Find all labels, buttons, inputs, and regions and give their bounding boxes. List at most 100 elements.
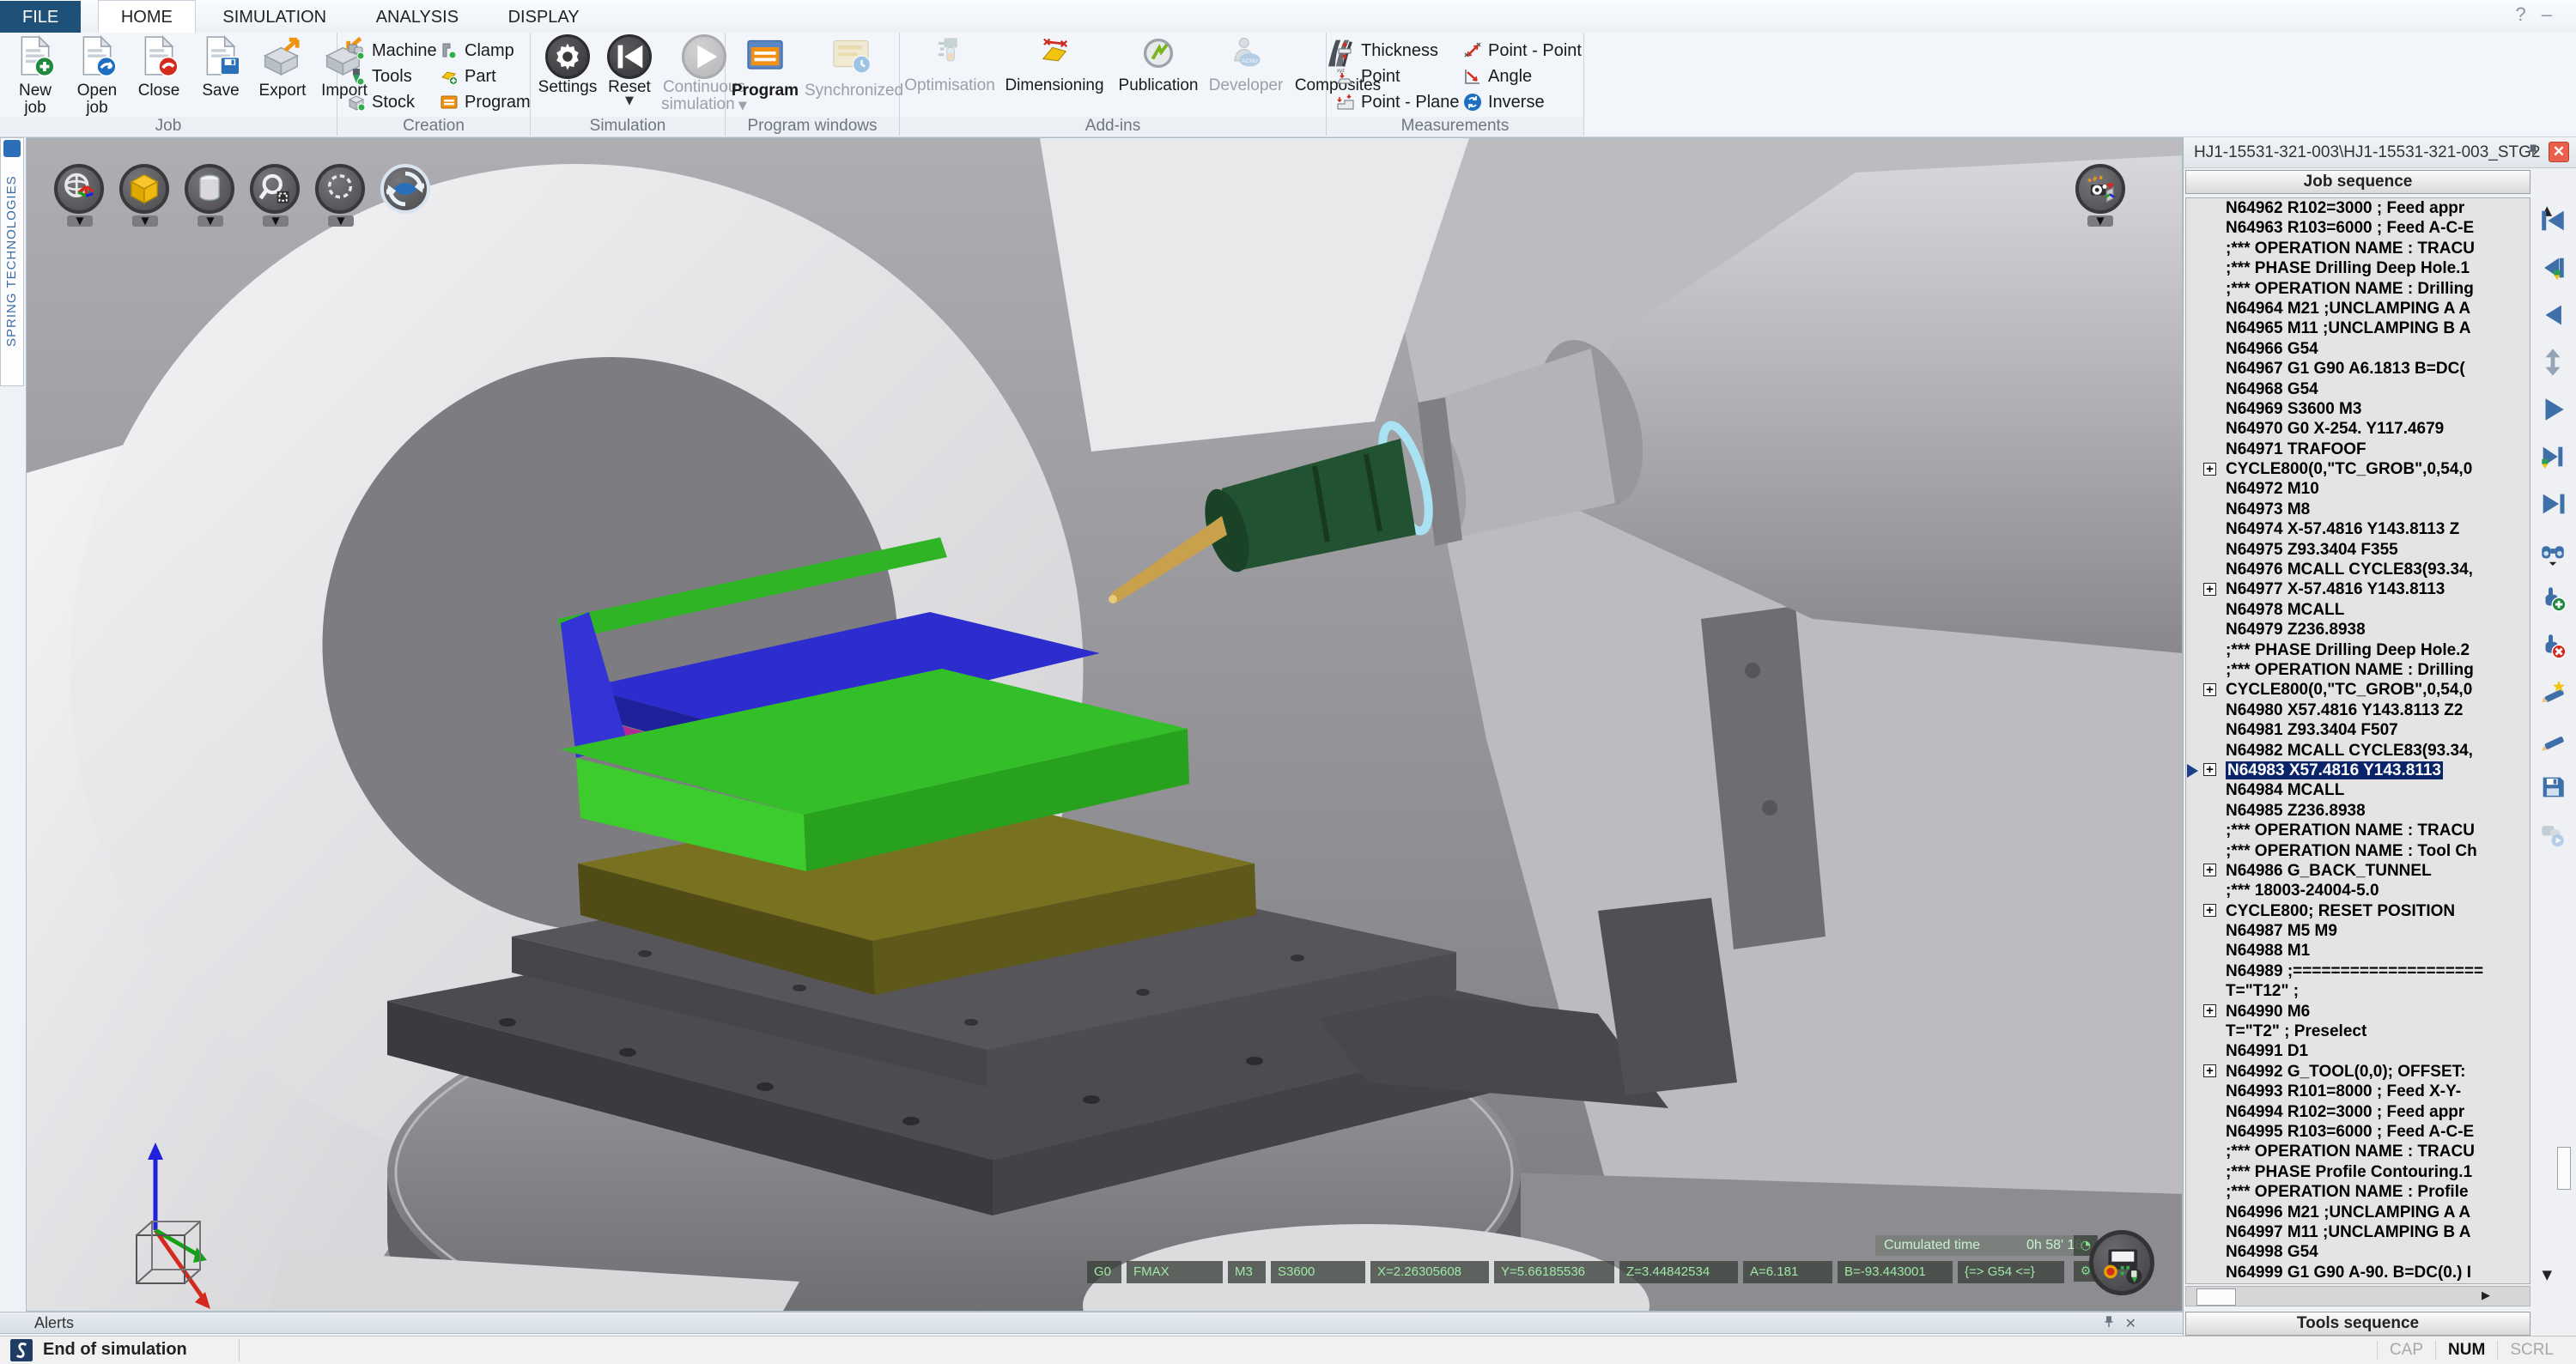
horizontal-scrollbar[interactable]: ▶ <box>2185 1286 2530 1306</box>
gcode-line[interactable]: N64969 S3600 M3 <box>2186 399 2530 419</box>
gcode-line[interactable]: N64991 D1 <box>2186 1041 2530 1061</box>
machine-button[interactable]: Machine <box>346 38 437 64</box>
help-icon[interactable]: ? <box>2516 3 2542 25</box>
gcode-line[interactable]: ;*** OPERATION NAME : Profile <box>2186 1182 2530 1202</box>
gcode-line[interactable]: +N64983 X57.4816 Y143.8113 <box>2186 761 2530 780</box>
adjust-speed-icon[interactable] <box>2537 346 2569 379</box>
gcode-line[interactable]: N64976 MCALL CYCLE83(93.34, <box>2186 560 2530 579</box>
selection-circle-dropdown-icon[interactable]: ▼ <box>328 215 354 227</box>
gcode-line[interactable]: ;*** PHASE Drilling Deep Hole.2 <box>2186 640 2530 660</box>
expand-icon[interactable]: + <box>2203 763 2216 776</box>
tab-home[interactable]: HOME <box>98 0 196 33</box>
machine-run-icon[interactable] <box>2537 818 2569 851</box>
expand-icon[interactable]: + <box>2203 1004 2216 1017</box>
spring-side-tab[interactable]: SPRING TECHNOLOGIES <box>0 137 24 386</box>
gcode-line[interactable]: N64989 ;==================== <box>2186 961 2530 981</box>
expand-icon[interactable]: + <box>2203 463 2216 476</box>
new-job-button[interactable]: New job <box>7 34 64 117</box>
point-plane-button[interactable]: Point - Plane <box>1335 89 1460 115</box>
gcode-line[interactable]: ;*** OPERATION NAME : TRACU <box>2186 239 2530 258</box>
gcode-line[interactable]: N64980 X57.4816 Y143.8113 Z2 <box>2186 700 2530 720</box>
gcode-line[interactable]: N64995 R103=6000 ; Feed A-C-E <box>2186 1122 2530 1142</box>
gcode-line[interactable]: N64966 G54 <box>2186 339 2530 359</box>
gcode-line[interactable]: N64975 Z93.3404 F355 <box>2186 540 2530 560</box>
tab-display[interactable]: DISPLAY <box>486 1 602 33</box>
gcode-line[interactable]: N64981 Z93.3404 F507 <box>2186 720 2530 740</box>
stock-button[interactable]: Stock <box>346 89 437 115</box>
gcode-line[interactable]: N64972 M10 <box>2186 479 2530 499</box>
gcode-line[interactable]: +N64990 M6 <box>2186 1002 2530 1021</box>
export-button[interactable]: Export <box>254 34 311 117</box>
gcode-line[interactable]: ;*** OPERATION NAME : TRACU <box>2186 1142 2530 1161</box>
clamp-button[interactable]: Clamp <box>439 38 531 64</box>
save-icon[interactable] <box>2537 771 2569 803</box>
gcode-line[interactable]: +N64986 G_BACK_TUNNEL <box>2186 861 2530 881</box>
gcode-line[interactable]: ;*** OPERATION NAME : Tool Ch <box>2186 841 2530 861</box>
optimisation-button[interactable]: Optimisation <box>903 34 996 94</box>
remove-selection-icon[interactable] <box>2537 629 2569 662</box>
gcode-line[interactable]: +N64977 X-57.4816 Y143.8113 <box>2186 579 2530 599</box>
gcode-line[interactable]: ;*** OPERATION NAME : Drilling <box>2186 279 2530 299</box>
gcode-line[interactable]: N64973 M8 <box>2186 500 2530 519</box>
zoom-select-dropdown-icon[interactable]: ▼ <box>263 215 289 227</box>
settings-button[interactable]: Settings <box>536 34 599 113</box>
expand-icon[interactable]: + <box>2203 683 2216 696</box>
gcode-line[interactable]: ;*** OPERATION NAME : Drilling <box>2186 660 2530 680</box>
viewport-3d[interactable]: ▼▼▼▼▼ ▼ Cumulated time 0h 58' 18" G0FMAX… <box>26 137 2183 1312</box>
gcode-line[interactable]: N64997 M11 ;UNCLAMPING B A <box>2186 1222 2530 1242</box>
alerts-bar[interactable]: Alerts ✕ <box>0 1312 2183 1334</box>
tools-sequence-header[interactable]: Tools sequence <box>2185 1312 2530 1336</box>
gcode-line[interactable]: N64962 R102=3000 ; Feed appr <box>2186 198 2530 218</box>
horizontal-scrollbar-thumb[interactable] <box>2196 1288 2236 1306</box>
gcode-line[interactable]: N64985 Z236.8938 <box>2186 801 2530 821</box>
gcode-line[interactable]: N64970 G0 X-254. Y117.4679 <box>2186 419 2530 439</box>
alerts-pin-icon[interactable] <box>2101 1314 2117 1330</box>
inverse-button[interactable]: Inverse <box>1462 89 1582 115</box>
gcode-line[interactable]: N64979 Z236.8938 <box>2186 620 2530 640</box>
annotate-icon[interactable] <box>2537 676 2569 709</box>
panel-close-icon[interactable]: ✕ <box>2549 142 2569 162</box>
alerts-close-icon[interactable]: ✕ <box>2125 1314 2136 1335</box>
gcode-list[interactable]: N64962 R102=3000 ; Feed apprN64963 R103=… <box>2185 197 2530 1284</box>
scroll-down-icon[interactable]: ▼ <box>2542 1267 2552 1282</box>
vertical-scrollbar-thumb[interactable] <box>2557 1147 2571 1190</box>
gcode-line[interactable]: +CYCLE800(0,"TC_GROB",0,54,0 <box>2186 459 2530 479</box>
step-back-icon[interactable] <box>2537 299 2569 331</box>
gcode-line[interactable]: N64974 X-57.4816 Y143.8113 Z <box>2186 519 2530 539</box>
publication-button[interactable]: Publication <box>1113 34 1204 94</box>
expand-icon[interactable]: + <box>2203 583 2216 596</box>
program-window-button[interactable]: Program <box>731 34 799 100</box>
gcode-line[interactable]: N64999 G1 G90 A-90. B=DC(0.) I <box>2186 1263 2530 1282</box>
open-job-button[interactable]: Open job <box>69 34 125 117</box>
play-icon[interactable] <box>2537 393 2569 426</box>
gcode-line[interactable]: ;*** OPERATION NAME : TRACU <box>2186 821 2530 840</box>
minimize-icon[interactable]: – <box>2542 3 2567 25</box>
cylinder-view-dropdown-icon[interactable]: ▼ <box>197 215 223 227</box>
gcode-line[interactable]: +N64992 G_TOOL(0,0); OFFSET: <box>2186 1062 2530 1082</box>
pin-icon[interactable] <box>2524 142 2542 160</box>
gcode-line[interactable]: ;*** PHASE Drilling Deep Hole.1 <box>2186 258 2530 278</box>
job-sequence-header[interactable]: Job sequence <box>2185 170 2530 194</box>
thickness-button[interactable]: Thickness <box>1335 38 1460 64</box>
gcode-line[interactable]: N64994 R102=3000 ; Feed appr <box>2186 1102 2530 1122</box>
synchronized-window-button[interactable]: Synchronized <box>805 34 897 100</box>
cylinder-view-button[interactable]: ▼ <box>185 164 236 227</box>
add-selection-icon[interactable] <box>2537 582 2569 615</box>
scroll-right-icon[interactable]: ▶ <box>2482 1289 2490 1302</box>
tab-file[interactable]: FILE <box>0 1 81 33</box>
gcode-line[interactable]: N64978 MCALL <box>2186 600 2530 620</box>
iso-view-button[interactable]: ▼ <box>119 164 171 227</box>
dimensioning-button[interactable]: Dimensioning <box>998 34 1111 94</box>
gcode-line[interactable]: ;*** 18003-24004-5.0 <box>2186 881 2530 900</box>
next-tool-icon[interactable] <box>2537 440 2569 473</box>
gcode-line[interactable]: +CYCLE800(0,"TC_GROB",0,54,0 <box>2186 680 2530 700</box>
tab-analysis[interactable]: ANALYSIS <box>354 1 481 33</box>
developer-button[interactable]: ACNU Developer <box>1206 34 1286 94</box>
previous-tool-icon[interactable] <box>2537 252 2569 284</box>
gcode-line[interactable]: N64982 MCALL CYCLE83(93.34, <box>2186 741 2530 761</box>
gcode-line[interactable]: N64987 M5 M9 <box>2186 921 2530 941</box>
machine-panel-button[interactable] <box>2089 1230 2154 1295</box>
point-button[interactable]: xyz Point <box>1335 64 1460 89</box>
gcode-line[interactable]: ;*** PHASE Profile Contouring.1 <box>2186 1162 2530 1182</box>
expand-icon[interactable]: + <box>2203 864 2216 876</box>
